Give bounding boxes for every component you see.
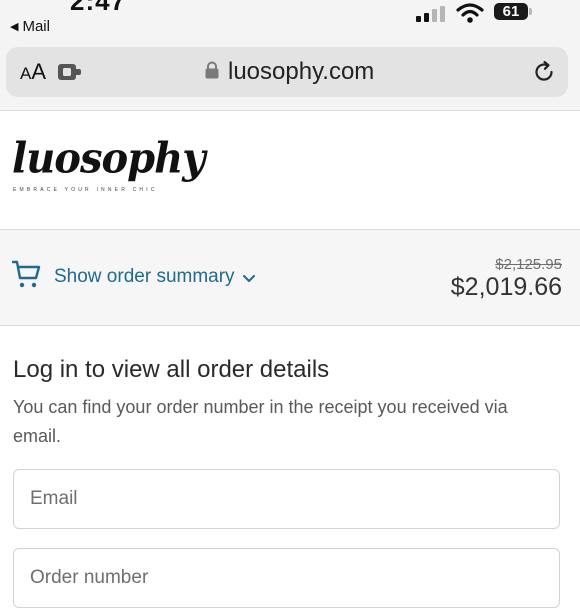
battery-level: 61: [502, 3, 520, 20]
cellular-signal-icon: [416, 6, 448, 22]
status-time: 2:47: [70, 0, 127, 16]
url-text[interactable]: luosophy.com: [228, 58, 374, 86]
login-heading: Log in to view all order details: [13, 356, 330, 383]
email-field[interactable]: [13, 469, 560, 529]
status-bar: 2:47 ◀ Mail 61: [0, 0, 580, 44]
wifi-icon: [456, 3, 484, 23]
divider: [0, 325, 580, 326]
extension-puzzle-icon[interactable]: [58, 63, 86, 81]
show-order-summary-toggle[interactable]: Show order summary: [54, 266, 255, 288]
reload-icon[interactable]: [532, 60, 556, 84]
store-tagline: EMBRACE YOUR INNER CHIC: [13, 187, 158, 193]
order-number-input[interactable]: [14, 549, 559, 607]
order-number-field[interactable]: [13, 548, 560, 608]
browser-toolbar: AA luosophy.com: [0, 44, 580, 110]
email-input[interactable]: [14, 470, 559, 528]
store-logo[interactable]: luosophy: [12, 134, 205, 183]
order-summary-bar[interactable]: Show order summary $2,125.95 $2,019.66: [0, 230, 580, 325]
cart-icon: [12, 260, 41, 288]
back-app-label: Mail: [22, 18, 50, 35]
total-price: $2,019.66: [450, 273, 562, 301]
login-subtext: You can find your order number in the re…: [13, 397, 508, 446]
battery-icon: 61: [494, 3, 532, 20]
back-triangle-icon: ◀: [10, 21, 19, 33]
lock-icon: [205, 61, 219, 79]
original-price: $2,125.95: [495, 256, 562, 273]
store-header: luosophy EMBRACE YOUR INNER CHIC: [0, 111, 580, 229]
address-bar[interactable]: AA luosophy.com: [6, 47, 568, 97]
chevron-down-icon: [242, 274, 255, 282]
order-summary-label: Show order summary: [54, 266, 235, 287]
back-to-app-button[interactable]: ◀ Mail: [10, 18, 50, 35]
text-size-button[interactable]: AA: [20, 59, 46, 85]
